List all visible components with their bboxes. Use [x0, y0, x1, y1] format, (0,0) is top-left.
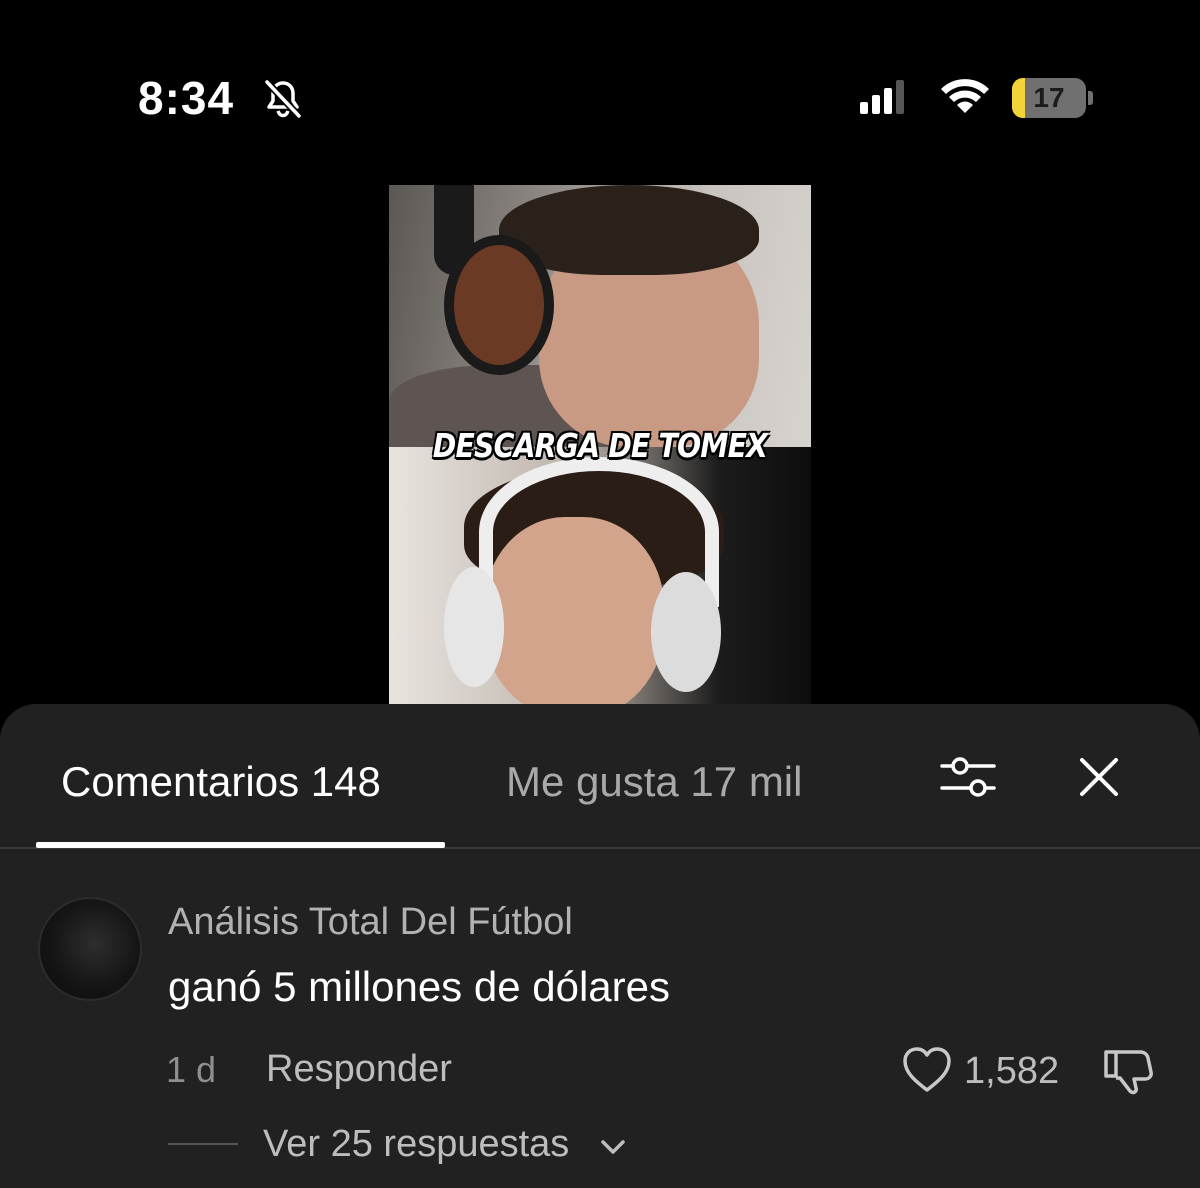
- view-replies-button[interactable]: Ver 25 respuestas: [263, 1122, 569, 1166]
- battery-icon: 17: [1012, 78, 1093, 118]
- heart-icon[interactable]: [902, 1046, 952, 1094]
- avatar[interactable]: [38, 897, 142, 1001]
- cellular-signal-icon: [860, 80, 904, 114]
- comment-text: ganó 5 millones de dólares: [168, 963, 670, 1010]
- status-time: 8:34: [138, 72, 235, 124]
- reply-button[interactable]: Responder: [266, 1048, 452, 1090]
- video-frame-bottom: [389, 447, 811, 705]
- like-count: 1,582: [964, 1050, 1060, 1092]
- video-player[interactable]: DESCARGA DE TOMEX: [389, 185, 811, 705]
- tab-likes[interactable]: Me gusta 17 mil: [506, 756, 802, 808]
- wifi-icon: [941, 79, 989, 113]
- replies-divider: [168, 1143, 238, 1145]
- bell-slash-icon: [264, 79, 302, 119]
- comments-sheet: Comentarios 148 Me gusta 17 mil Análisis…: [0, 704, 1200, 1188]
- chevron-down-icon[interactable]: [598, 1134, 628, 1160]
- video-caption: DESCARGA DE TOMEX: [432, 426, 768, 465]
- filter-sliders-icon[interactable]: [938, 752, 998, 802]
- video-frame-top: [389, 185, 811, 455]
- tab-comments[interactable]: Comentarios 148: [61, 756, 381, 808]
- dislike-icon[interactable]: [1102, 1044, 1154, 1096]
- phone-screen: 8:34 17 DESCARGA DE TOMEX Comentarios 14…: [0, 0, 1200, 1188]
- active-tab-indicator: [36, 842, 445, 848]
- comment-author[interactable]: Análisis Total Del Fútbol: [168, 900, 573, 944]
- comment-time: 1 d: [166, 1049, 217, 1090]
- battery-level: 17: [1033, 82, 1065, 113]
- close-icon[interactable]: [1078, 756, 1120, 798]
